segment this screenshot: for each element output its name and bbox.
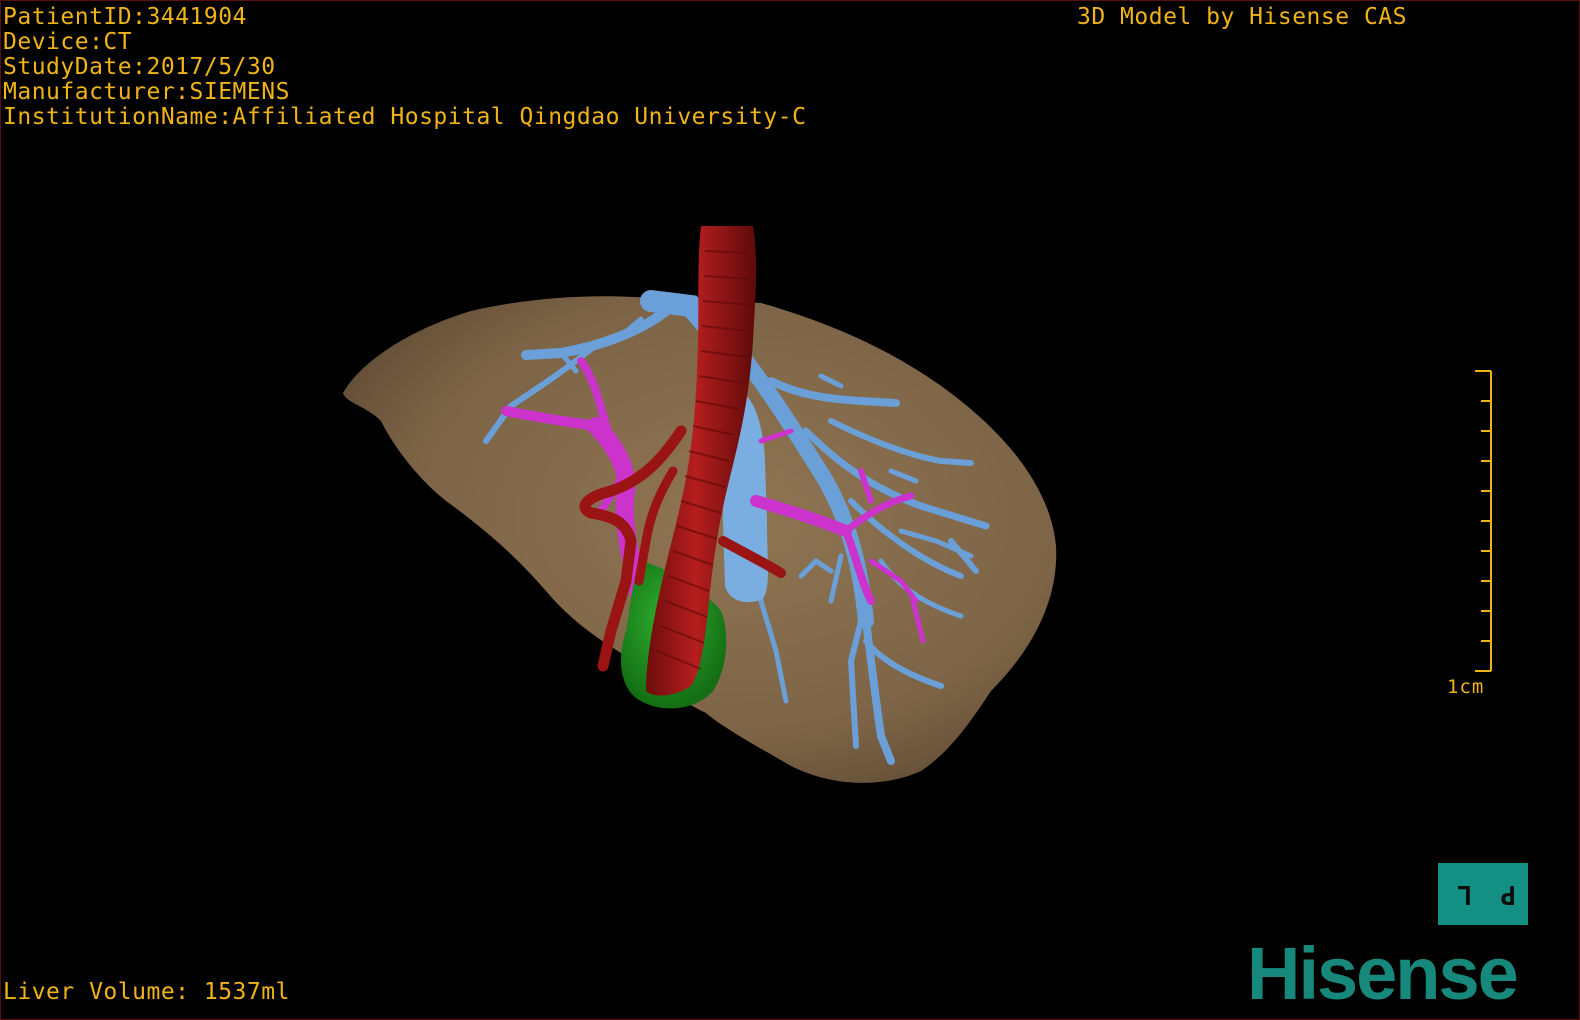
study-date-text: StudyDate:2017/5/30 bbox=[3, 54, 276, 80]
orientation-cube[interactable]: P L bbox=[1438, 863, 1528, 925]
device-text: Device:CT bbox=[3, 29, 133, 55]
model-credit-text: 3D Model by Hisense CAS bbox=[1077, 4, 1407, 30]
patient-id-text: PatientID:3441904 bbox=[3, 4, 247, 30]
orientation-label: P L bbox=[1450, 879, 1516, 909]
3d-render-viewport[interactable]: PatientID:3441904 Device:CT StudyDate:20… bbox=[0, 0, 1580, 1020]
manufacturer-text: Manufacturer:SIEMENS bbox=[3, 79, 290, 105]
hisense-logo: Hisense bbox=[1247, 932, 1519, 1015]
liver-volume-text: Liver Volume: 1537ml bbox=[3, 979, 290, 1005]
liver-3d-model[interactable] bbox=[1, 1, 1579, 1019]
institution-text: InstitutionName:Affiliated Hospital Qing… bbox=[3, 104, 807, 130]
scale-bar-label: 1cm bbox=[1447, 676, 1485, 698]
scale-bar bbox=[1475, 370, 1492, 672]
dicom-info-overlay: PatientID:3441904 Device:CT StudyDate:20… bbox=[3, 5, 806, 130]
